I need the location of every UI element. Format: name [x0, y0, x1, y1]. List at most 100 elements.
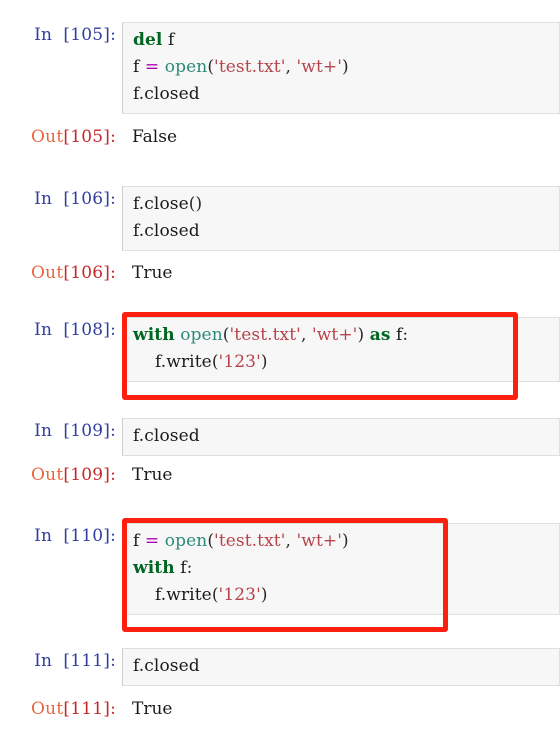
token-kw: with [133, 325, 175, 345]
output-prompt-word: Out [31, 263, 64, 283]
code-editor-cell-108[interactable]: with open('test.txt', 'wt+') as f: f.wri… [122, 317, 560, 382]
input-prompt-cell-110: In [110]: [0, 523, 122, 550]
token-plain: f [133, 57, 145, 77]
output-value: True [132, 699, 173, 719]
output-content-cell-106: True [122, 260, 560, 287]
token-plain: f [133, 531, 145, 551]
code-cell-cell-105[interactable]: In [105]: del f f = open('test.txt', 'wt+… [0, 22, 560, 114]
token-kw: with [133, 558, 175, 578]
input-prompt-word: In [34, 320, 53, 340]
token-plain: f.closed [133, 221, 200, 241]
token-punc: ) [342, 57, 349, 77]
input-prompt-index: [106]: [63, 189, 116, 209]
output-cell-cell-111: Out[111]: True [0, 696, 560, 723]
output-content-cell-111: True [122, 696, 560, 723]
token-str: 'wt+' [296, 531, 342, 551]
code-editor-cell-110[interactable]: f = open ( 'test.txt', 'wt+') with f: f.wr… [122, 523, 560, 615]
token-kw: as [369, 325, 391, 345]
output-prompt-index: [106]: [63, 263, 116, 283]
token-punc: ) [342, 531, 349, 551]
source-code[interactable]: del f f = open('test.txt', 'wt+') f.clos… [133, 27, 551, 108]
output-prompt-index: [111]: [63, 699, 116, 719]
token-punc: , [285, 57, 297, 77]
input-prompt-index: [109]: [63, 421, 116, 441]
token-punc: ( [222, 325, 230, 345]
token-plain: f [174, 558, 187, 578]
code-editor-cell-111[interactable]: f.closed [122, 648, 560, 686]
input-prompt-word: In [34, 526, 53, 546]
token-str: 'test.txt' [214, 57, 286, 77]
token-str: 'wt+' [296, 57, 342, 77]
token-punc: , [285, 531, 297, 551]
input-prompt-cell-109: In [109]: [0, 418, 122, 445]
token-plain: f.closed [133, 656, 200, 676]
output-content-cell-109: True [122, 462, 560, 489]
notebook-canvas: In [105]: del f f = open('test.txt', 'wt+… [0, 0, 560, 733]
input-prompt-cell-111: In [111]: [0, 648, 122, 675]
source-code[interactable]: f = open ( 'test.txt', 'wt+') with f: f.wr… [133, 528, 551, 609]
input-prompt-cell-106: In [106]: [0, 186, 122, 213]
token-punc: ) [260, 585, 268, 605]
input-prompt-word: In [34, 189, 53, 209]
token-str: 'test.txt' [229, 325, 301, 345]
output-value: True [132, 263, 173, 283]
token-plain: f.write [133, 585, 212, 605]
output-prompt-cell-111: Out[111]: [0, 696, 122, 723]
source-code[interactable]: f.close() f.closed [133, 191, 551, 245]
input-prompt-index: [111]: [63, 651, 116, 671]
output-value: False [132, 127, 177, 147]
token-plain: f.closed [133, 84, 200, 104]
output-cell-cell-105: Out[105]: False [0, 124, 560, 151]
token-builtin: open [164, 57, 208, 77]
token-op: = [144, 57, 160, 77]
input-prompt-cell-105: In [105]: [0, 22, 122, 49]
output-prompt-cell-105: Out[105]: [0, 124, 122, 151]
token-kw: del [133, 30, 163, 50]
token-plain: f.write [133, 352, 212, 372]
source-code[interactable]: f.closed [133, 653, 551, 680]
token-plain: f [390, 325, 403, 345]
output-prompt-cell-106: Out[106]: [0, 260, 122, 287]
token-punc: ( [211, 352, 219, 372]
output-cell-cell-109: Out[109]: True [0, 462, 560, 489]
token-builtin: open [180, 325, 223, 345]
source-code[interactable]: f.closed [133, 423, 551, 450]
token-punc: () [188, 194, 203, 214]
code-cell-cell-108[interactable]: In [108]: with open('test.txt', 'wt+') as… [0, 317, 560, 382]
token-punc: , [300, 325, 312, 345]
output-value: True [132, 465, 173, 485]
code-cell-cell-109[interactable]: In [109]: f.closed [0, 418, 560, 456]
token-str: '123' [218, 352, 261, 372]
input-prompt-index: [110]: [63, 526, 116, 546]
token-str: '123' [218, 585, 261, 605]
input-prompt-word: In [34, 651, 53, 671]
output-content-cell-105: False [122, 124, 560, 151]
code-editor-cell-109[interactable]: f.closed [122, 418, 560, 456]
output-prompt-word: Out [31, 699, 64, 719]
token-op: = [144, 531, 160, 551]
code-cell-cell-110[interactable]: In [110]: f = open ( 'test.txt', 'wt+') wit… [0, 523, 560, 615]
code-cell-cell-111[interactable]: In [111]: f.closed [0, 648, 560, 686]
token-plain: f.close [133, 194, 189, 214]
token-punc: : [186, 558, 193, 578]
token-str: 'test.txt' [214, 531, 286, 551]
token-str: 'wt+' [311, 325, 358, 345]
source-code[interactable]: with open('test.txt', 'wt+') as f: f.wri… [133, 322, 551, 376]
input-prompt-word: In [34, 421, 53, 441]
input-prompt-index: [105]: [63, 25, 116, 45]
input-prompt-word: In [34, 25, 53, 45]
token-punc: ( [211, 585, 219, 605]
token-plain: f [162, 30, 175, 50]
token-builtin: open [164, 531, 208, 551]
output-prompt-index: [105]: [63, 127, 116, 147]
output-cell-cell-106: Out[106]: True [0, 260, 560, 287]
output-prompt-word: Out [31, 465, 64, 485]
code-editor-cell-105[interactable]: del f f = open('test.txt', 'wt+') f.clos… [122, 22, 560, 114]
token-punc: ) [260, 352, 268, 372]
output-prompt-index: [109]: [63, 465, 116, 485]
code-editor-cell-106[interactable]: f.close() f.closed [122, 186, 560, 251]
output-prompt-cell-109: Out[109]: [0, 462, 122, 489]
output-prompt-word: Out [31, 127, 64, 147]
input-prompt-index: [108]: [63, 320, 116, 340]
code-cell-cell-106[interactable]: In [106]: f.close() f.closed [0, 186, 560, 251]
